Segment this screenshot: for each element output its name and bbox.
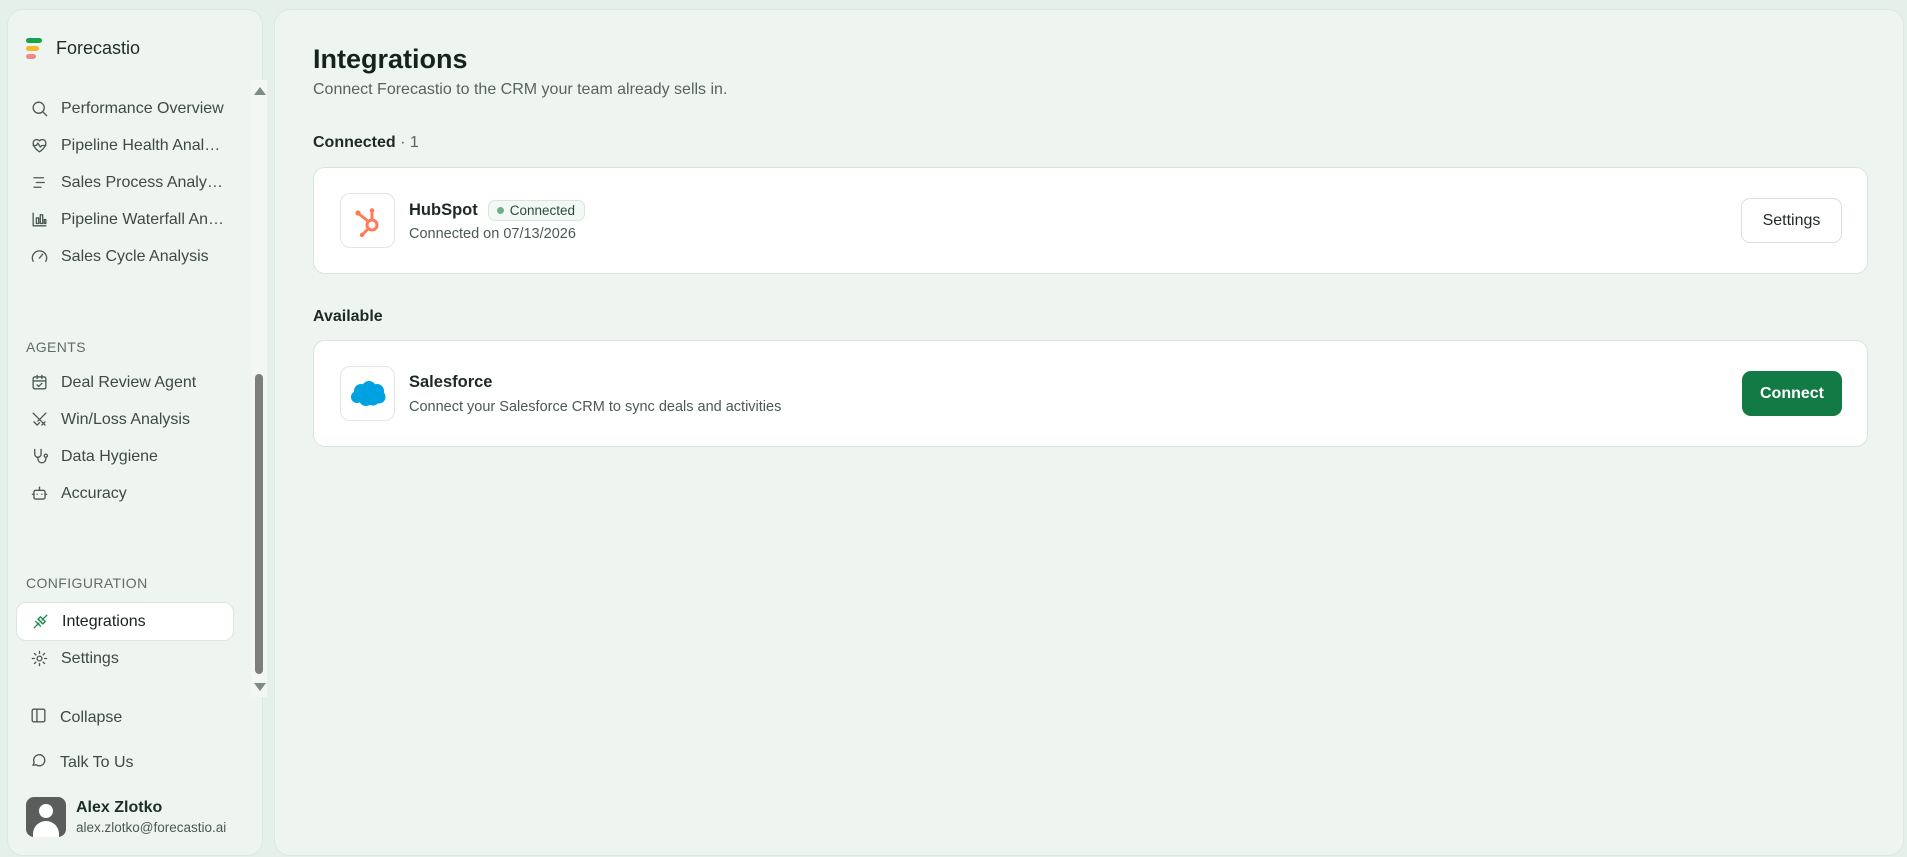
sidebar-item-pipeline-waterfall[interactable]: Pipeline Waterfall Analysis xyxy=(16,200,234,239)
sidebar-item-label: Data Hygiene xyxy=(61,447,158,465)
integration-description: Connect your Salesforce CRM to sync deal… xyxy=(409,399,782,415)
calendar-check-icon xyxy=(29,373,49,393)
sidebar-item-label: Pipeline Health Analysis xyxy=(61,136,226,154)
collapse-label: Collapse xyxy=(60,708,123,726)
search-icon xyxy=(29,99,49,119)
section-label-configuration: CONFIGURATION xyxy=(26,575,148,591)
connected-group-label: Connected · 1 xyxy=(313,134,419,152)
page-title: Integrations xyxy=(313,44,468,74)
sidebar-item-label: Integrations xyxy=(62,612,146,630)
main-panel: Integrations Connect Forecastio to the C… xyxy=(274,9,1904,856)
talk-to-us-button[interactable]: Talk To Us xyxy=(16,743,234,782)
talk-to-us-label: Talk To Us xyxy=(60,753,134,771)
sidebar-item-performance-overview[interactable]: Performance Overview xyxy=(16,89,234,128)
chat-bubble-icon xyxy=(29,751,48,775)
sidebar-item-deal-review-agent[interactable]: Deal Review Agent xyxy=(16,363,234,402)
sidebar-item-accuracy[interactable]: Accuracy xyxy=(16,474,234,513)
stethoscope-icon xyxy=(29,447,49,467)
sidebar-scrollbar[interactable] xyxy=(251,80,267,697)
sidebar-item-label: Sales Process Analysis xyxy=(61,173,226,191)
brand[interactable]: Forecastio xyxy=(26,28,140,68)
sidebar-item-settings[interactable]: Settings xyxy=(16,639,234,678)
sidebar-item-sales-process[interactable]: Sales Process Analysis xyxy=(16,163,234,202)
gear-icon xyxy=(29,649,49,669)
swords-icon xyxy=(29,410,49,430)
salesforce-logo-icon xyxy=(340,366,395,421)
user-name: Alex Zlotko xyxy=(76,799,163,816)
hubspot-logo-icon xyxy=(340,193,395,248)
section-label-agents: AGENTS xyxy=(26,339,86,355)
sidebar-item-label: Win/Loss Analysis xyxy=(61,410,190,428)
bar-chart-icon xyxy=(29,210,49,230)
hubspot-settings-button[interactable]: Settings xyxy=(1741,198,1842,243)
connected-label: Connected xyxy=(313,134,396,151)
status-dot-icon xyxy=(496,207,504,214)
scroll-down-arrow-icon[interactable] xyxy=(254,683,266,691)
list-indent-icon xyxy=(29,173,49,193)
avatar xyxy=(26,797,66,837)
sidebar-item-label: Performance Overview xyxy=(61,99,224,117)
sidebar-panel-icon xyxy=(29,706,48,730)
status-badge-label: Connected xyxy=(509,203,576,218)
integration-name: Salesforce xyxy=(409,373,493,391)
sidebar-item-label: Accuracy xyxy=(61,484,127,502)
scroll-up-arrow-icon[interactable] xyxy=(254,87,266,95)
gauge-icon xyxy=(29,247,49,267)
sidebar-item-pipeline-health[interactable]: Pipeline Health Analysis xyxy=(16,126,234,165)
integration-title: Salesforce xyxy=(409,373,492,392)
sidebar-item-label: Sales Cycle Analysis xyxy=(61,247,209,265)
integration-card-salesforce: Salesforce Connect your Salesforce CRM t… xyxy=(313,340,1868,447)
sidebar-item-label: Settings xyxy=(61,649,119,667)
user-email: alex.zlotko@forecastio.ai xyxy=(76,820,227,835)
salesforce-connect-button[interactable]: Connect xyxy=(1742,371,1842,416)
connected-count: · 1 xyxy=(395,134,419,151)
scroll-thumb[interactable] xyxy=(255,374,263,674)
status-badge: Connected xyxy=(487,200,586,221)
app-root: Forecastio Performance Overview Pipeline… xyxy=(0,0,1907,857)
sidebar-item-label: Pipeline Waterfall Analysis xyxy=(61,210,226,228)
collapse-button[interactable]: Collapse xyxy=(16,698,234,737)
plug-icon xyxy=(30,612,50,632)
sidebar-item-sales-cycle[interactable]: Sales Cycle Analysis xyxy=(16,237,234,276)
sidebar-item-data-hygiene[interactable]: Data Hygiene xyxy=(16,437,234,476)
integration-description: Connected on 07/13/2026 xyxy=(409,226,576,242)
integration-title: HubSpot Connected xyxy=(409,200,586,221)
bot-icon xyxy=(29,484,49,504)
sidebar: Forecastio Performance Overview Pipeline… xyxy=(7,9,267,856)
forecastio-logo-icon xyxy=(26,36,42,60)
page-subtitle: Connect Forecastio to the CRM your team … xyxy=(313,81,728,98)
sidebar-item-label: Deal Review Agent xyxy=(61,373,197,391)
sidebar-nav: Performance Overview Pipeline Health Ana… xyxy=(8,78,244,698)
available-group-label: Available xyxy=(313,308,383,325)
user-profile[interactable]: Alex Zlotko alex.zlotko@forecastio.ai xyxy=(26,797,226,837)
integration-name: HubSpot xyxy=(409,201,478,219)
sidebar-item-win-loss[interactable]: Win/Loss Analysis xyxy=(16,400,234,439)
integration-card-hubspot: HubSpot Connected Connected on 07/13/202… xyxy=(313,167,1868,274)
sidebar-item-integrations[interactable]: Integrations xyxy=(16,602,234,641)
heart-pulse-icon xyxy=(29,136,49,156)
brand-name: Forecastio xyxy=(56,37,141,58)
